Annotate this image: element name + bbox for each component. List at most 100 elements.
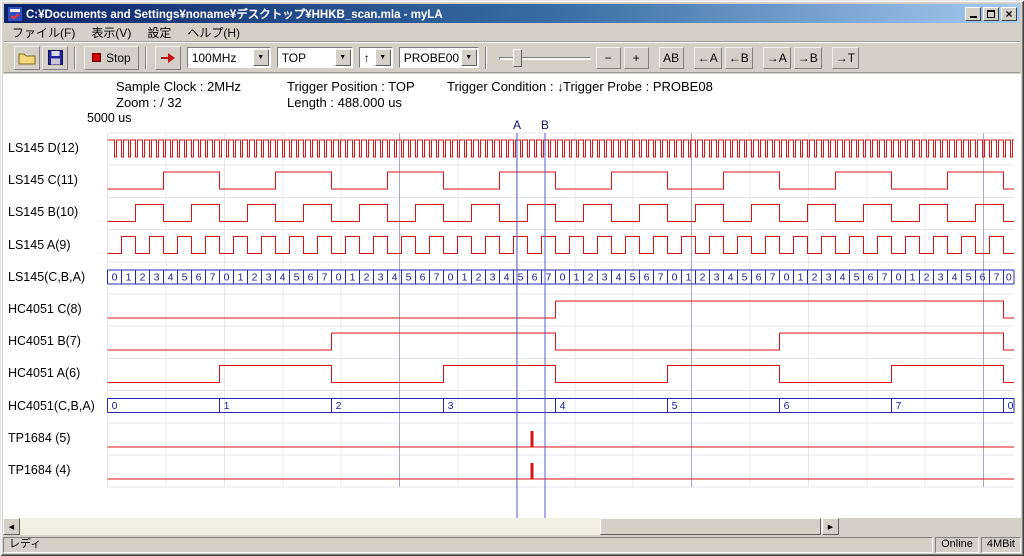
slider-thumb[interactable] [513,49,522,67]
svg-text:5: 5 [672,400,678,412]
svg-text:3: 3 [448,400,454,412]
open-button[interactable] [14,46,40,70]
svg-text:5: 5 [742,271,748,283]
svg-text:1: 1 [574,271,580,283]
svg-text:7: 7 [322,271,328,283]
zoom-out-button[interactable]: − [596,47,621,69]
svg-text:3: 3 [266,271,272,283]
run-arrow-icon [159,52,177,64]
svg-text:5: 5 [854,271,860,283]
svg-text:7: 7 [546,271,552,283]
scroll-thumb[interactable] [600,518,821,535]
svg-text:0: 0 [896,271,902,283]
status-message: レディ [3,537,933,553]
scrollbar-zone [3,518,1021,536]
status-bar: レディ Online 4MBit [3,537,1021,553]
svg-text:2: 2 [812,271,818,283]
svg-text:4: 4 [728,271,734,283]
menu-file[interactable]: ファイル(F) [4,22,83,43]
svg-text:7: 7 [882,271,888,283]
svg-text:1: 1 [126,271,132,283]
close-icon: × [1005,9,1012,19]
svg-text:1: 1 [686,271,692,283]
scroll-right-button[interactable] [822,518,839,535]
svg-text:5: 5 [182,271,188,283]
svg-text:3: 3 [154,271,160,283]
svg-text:5: 5 [630,271,636,283]
trigger-position-select[interactable]: TOP [277,47,353,68]
svg-text:B: B [541,118,549,132]
minimize-button[interactable] [965,7,981,21]
goto-trigger-button[interactable]: →T [832,47,859,69]
zoom-in-button[interactable]: + [624,47,649,69]
cursor-b-left-button[interactable]: ←B [725,47,753,69]
svg-text:2: 2 [924,271,930,283]
svg-text:0: 0 [1008,400,1014,412]
cursor-a-left-button[interactable]: ←A [694,47,722,69]
window-title: C:¥Documents and Settings¥noname¥デスクトップ¥… [26,6,963,22]
menu-view[interactable]: 表示(V) [83,22,139,43]
trigger-probe-info: Trigger Probe : PROBE08 [563,79,713,94]
svg-text:1: 1 [798,271,804,283]
waveform-area: Sample Clock : 2MHz Trigger Position : T… [3,74,1021,518]
combo-dropdown-icon[interactable] [375,49,391,66]
svg-text:7: 7 [770,271,776,283]
combo-dropdown-icon[interactable] [253,49,269,66]
cursor-a-right-button[interactable]: →A [763,47,791,69]
svg-text:5: 5 [406,271,412,283]
svg-text:1: 1 [462,271,468,283]
svg-text:5: 5 [966,271,972,283]
svg-text:3: 3 [714,271,720,283]
svg-text:3: 3 [378,271,384,283]
svg-text:3: 3 [490,271,496,283]
menu-settings[interactable]: 設定 [139,22,179,43]
svg-text:1: 1 [238,271,244,283]
maximize-icon [987,10,995,18]
trigger-probe-select[interactable]: PROBE00 [399,47,479,68]
stop-label: Stop [106,51,131,65]
svg-text:0: 0 [112,271,118,283]
svg-text:0: 0 [336,271,342,283]
cursor-b-right-button[interactable]: →B [794,47,822,69]
stop-button[interactable]: Stop [84,46,139,70]
svg-text:3: 3 [826,271,832,283]
waveform-plot[interactable]: 0123456701234567012345670123456701234567… [3,115,1021,518]
goto-ab-button[interactable]: AB [659,47,684,69]
svg-text:6: 6 [420,271,426,283]
svg-text:0: 0 [112,400,118,412]
svg-text:2: 2 [364,271,370,283]
maximize-button[interactable] [983,7,999,21]
scroll-left-button[interactable] [3,518,20,535]
trigger-edge-select[interactable]: ↑ [359,47,393,68]
save-button[interactable] [42,46,68,70]
svg-text:7: 7 [658,271,664,283]
run-button[interactable] [155,46,181,70]
svg-text:2: 2 [252,271,258,283]
toolbar: Stop 100MHz TOP ↑ PROBE00 − + AB ←A [4,42,1020,73]
svg-text:6: 6 [756,271,762,283]
svg-text:0: 0 [448,271,454,283]
svg-text:A: A [513,118,521,132]
close-button[interactable]: × [1001,7,1017,21]
svg-text:5: 5 [294,271,300,283]
title-bar[interactable]: C:¥Documents and Settings¥noname¥デスクトップ¥… [4,4,1020,23]
svg-text:4: 4 [840,271,846,283]
horizontal-scrollbar[interactable] [3,518,839,535]
toolbar-separator [74,47,76,69]
sample-clock-select[interactable]: 100MHz [187,47,271,68]
combo-dropdown-icon[interactable] [335,49,351,66]
svg-text:2: 2 [588,271,594,283]
application-window: C:¥Documents and Settings¥noname¥デスクトップ¥… [0,0,1024,556]
stop-icon [92,53,101,62]
svg-text:7: 7 [434,271,440,283]
zoom-slider[interactable] [497,47,593,69]
scroll-track[interactable] [20,518,822,535]
svg-text:6: 6 [980,271,986,283]
minimize-icon [970,9,977,18]
svg-text:4: 4 [392,271,398,283]
menu-help[interactable]: ヘルプ(H) [179,22,248,43]
svg-text:0: 0 [1006,271,1012,283]
svg-text:6: 6 [196,271,202,283]
svg-text:4: 4 [560,400,566,412]
combo-dropdown-icon[interactable] [461,49,477,66]
